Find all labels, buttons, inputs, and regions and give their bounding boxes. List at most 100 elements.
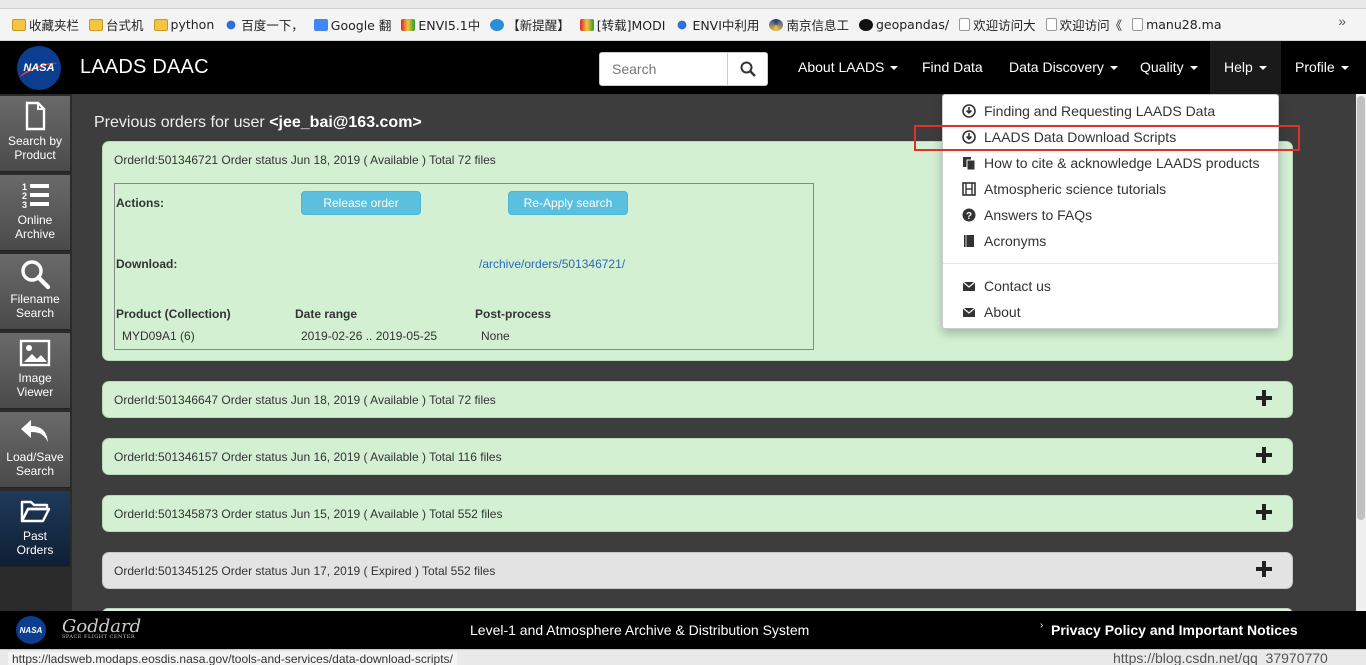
bookmarks-more-button[interactable]: »	[1338, 13, 1346, 29]
user-email: <jee_bai@163.com>	[269, 114, 422, 131]
envi-icon	[401, 18, 416, 31]
search-icon	[740, 61, 756, 77]
expand-plus-icon[interactable]	[1256, 504, 1272, 520]
menu-item-cite-acknowledge[interactable]: How to cite & acknowledge LAADS products	[962, 152, 1259, 174]
menu-item-finding-requesting[interactable]: Finding and Requesting LAADS Data	[962, 100, 1215, 122]
numbered-list-icon: 123	[22, 182, 49, 210]
watermark-text: https://blog.csdn.net/qq_37970770	[1113, 650, 1328, 665]
bookmark-item[interactable]: 百度一下，	[220, 13, 308, 37]
site-title[interactable]: LAADS DAAC	[80, 56, 209, 79]
search-button[interactable]	[728, 52, 768, 86]
download-circle-icon	[962, 104, 976, 118]
bookmark-item[interactable]: [转载]MODI	[576, 13, 670, 37]
footer-system-name: Level-1 and Atmosphere Archive & Distrib…	[470, 622, 810, 638]
bookmark-item[interactable]: 【新提醒】	[486, 13, 574, 37]
order-header[interactable]: OrderId:501346721 Order status Jun 18, 2…	[114, 153, 496, 167]
order-panel-expired[interactable]: OrderId:501345125 Order status Jun 17, 2…	[102, 552, 1293, 589]
browser-tab-strip	[0, 0, 1366, 9]
folder-icon	[153, 18, 168, 31]
page-icon	[1132, 18, 1144, 31]
nasa-logo[interactable]: NASA	[17, 46, 61, 90]
bookmark-item[interactable]: 南京信息工	[765, 13, 853, 37]
search-input[interactable]	[599, 52, 728, 86]
sidebar-item-load-save-search[interactable]: Load/Save Search	[0, 412, 70, 488]
nav-profile[interactable]: Profile	[1281, 41, 1363, 94]
menu-item-contact-us[interactable]: Contact us	[962, 275, 1051, 297]
chevron-right-icon: ›	[1040, 620, 1044, 631]
sidebar-item-search-by-product[interactable]: Search by Product	[0, 96, 70, 172]
folder-open-icon	[20, 500, 51, 523]
document-icon	[25, 101, 46, 131]
menu-divider	[943, 263, 1278, 264]
sidebar-item-image-viewer[interactable]: Image Viewer	[0, 333, 70, 409]
expand-plus-icon[interactable]	[1256, 561, 1272, 577]
browser-status-bar: https://ladsweb.modaps.eosdis.nasa.gov/t…	[0, 649, 1366, 665]
order-header: OrderId:501346647 Order status Jun 18, 2…	[114, 393, 496, 407]
bookmark-item[interactable]: 收藏夹栏	[8, 13, 83, 37]
actions-label: Actions:	[116, 196, 164, 210]
menu-item-acronyms[interactable]: Acronyms	[962, 230, 1046, 252]
column-header-product: Product (Collection)	[116, 307, 231, 321]
menu-item-about[interactable]: About	[962, 301, 1021, 323]
bookmark-item[interactable]: 欢迎访问大	[955, 13, 1040, 37]
nav-quality[interactable]: Quality	[1126, 41, 1212, 94]
order-header: OrderId:501346157 Order status Jun 16, 2…	[114, 450, 502, 464]
download-link[interactable]: /archive/orders/501346721/	[479, 257, 625, 271]
nav-data-discovery[interactable]: Data Discovery	[995, 41, 1132, 94]
left-sidebar: Search by Product 123 Online Archive Filen…	[0, 94, 72, 611]
caret-down-icon	[1340, 66, 1349, 71]
bookmark-item[interactable]: ENVI5.1中	[397, 13, 484, 37]
expand-plus-icon[interactable]	[1256, 390, 1272, 406]
envelope-icon	[962, 281, 976, 291]
bookmark-item[interactable]: 台式机	[85, 13, 148, 37]
nav-help[interactable]: Help	[1210, 41, 1281, 94]
bookmark-item[interactable]: geopandas/	[855, 13, 953, 37]
question-circle-icon: ?	[962, 208, 976, 222]
bookmark-item[interactable]: Google 翻	[310, 13, 396, 37]
post-process-value: None	[481, 329, 510, 343]
page-title: Previous orders for user <jee_bai@163.co…	[94, 114, 422, 131]
order-panel[interactable]: OrderId:501346647 Order status Jun 18, 2…	[102, 381, 1293, 418]
page-icon	[1045, 18, 1057, 31]
release-order-button[interactable]: Release order	[301, 191, 421, 215]
bookmark-item[interactable]: python	[150, 13, 219, 37]
globe-icon	[490, 18, 505, 31]
privacy-policy-link[interactable]: Privacy Policy and Important Notices	[1051, 622, 1298, 638]
magnifier-icon	[21, 260, 51, 290]
google-icon	[313, 18, 328, 31]
baidu-paw-icon	[675, 18, 690, 31]
copy-docs-icon	[963, 157, 976, 170]
svg-text:3: 3	[22, 200, 27, 210]
reapply-search-button[interactable]: Re-Apply search	[508, 191, 628, 215]
menu-item-faqs[interactable]: ? Answers to FAQs	[962, 204, 1092, 226]
column-header-date-range: Date range	[295, 307, 358, 321]
caret-down-icon	[1258, 66, 1267, 71]
caret-down-icon	[1189, 66, 1198, 71]
sidebar-item-online-archive[interactable]: 123 Online Archive	[0, 175, 70, 251]
scrollbar-thumb[interactable]	[1357, 96, 1365, 520]
sidebar-item-filename-search[interactable]: Filename Search	[0, 254, 70, 330]
sidebar-item-past-orders[interactable]: Past Orders	[0, 491, 70, 567]
bookmarks-bar: 收藏夹栏 台式机 python 百度一下， Google 翻 ENVI5.1中 …	[0, 9, 1366, 41]
date-range-value: 2019-02-26 .. 2019-05-25	[301, 329, 438, 343]
nav-about-laads[interactable]: About LAADS	[784, 41, 912, 94]
envi-icon	[579, 18, 594, 31]
order-panel[interactable]: OrderId:501345873 Order status Jun 15, 2…	[102, 495, 1293, 532]
bookmark-item[interactable]: manu28.ma	[1128, 13, 1225, 37]
page-scrollbar[interactable]	[1356, 94, 1366, 611]
footer-nasa-logo[interactable]: NASA	[16, 616, 46, 644]
footer-goddard-logo[interactable]: Goddard SPACE FLIGHT CENTER	[62, 616, 141, 640]
menu-item-tutorials[interactable]: Atmospheric science tutorials	[962, 178, 1166, 200]
bookmark-item[interactable]: 欢迎访问《	[1042, 13, 1127, 37]
nav-find-data[interactable]: Find Data	[908, 41, 997, 94]
svg-text:?: ?	[966, 211, 972, 222]
page-icon	[959, 18, 971, 31]
order-panel[interactable]: OrderId:501346157 Order status Jun 16, 2…	[102, 438, 1293, 475]
column-header-post-process: Post-process	[475, 307, 552, 321]
github-icon	[858, 18, 873, 31]
annotation-highlight-box	[914, 125, 1300, 151]
expand-plus-icon[interactable]	[1256, 447, 1272, 463]
bookmark-item[interactable]: ENVI中利用	[671, 13, 763, 37]
site-navbar: NASA LAADS DAAC About LAADS Find Data Da…	[0, 41, 1366, 94]
film-icon	[962, 182, 976, 196]
